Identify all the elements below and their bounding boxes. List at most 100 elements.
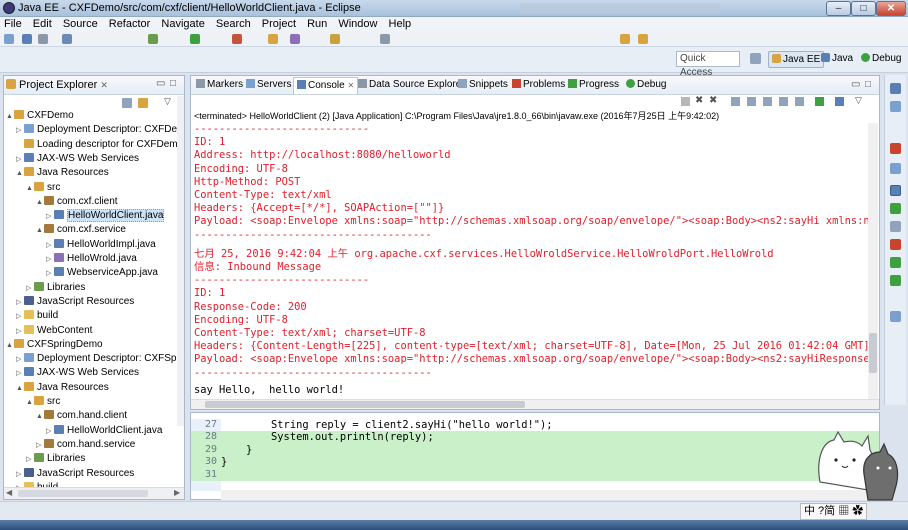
run-icon[interactable] <box>190 34 200 44</box>
expanded-arrow-icon[interactable]: ▲ <box>6 339 14 353</box>
data-source-view-icon[interactable] <box>890 203 901 214</box>
collapsed-arrow-icon[interactable]: ▷ <box>16 367 24 381</box>
scroll-left-icon[interactable]: ◀ <box>6 488 12 497</box>
tree-item[interactable]: ▷ WebContent <box>4 324 179 339</box>
view-menu-icon[interactable]: ▽ <box>164 96 171 107</box>
tree-item[interactable]: ▷ Libraries <box>4 452 179 467</box>
terminate-icon[interactable] <box>681 97 690 106</box>
clear-console-icon[interactable] <box>731 97 740 106</box>
tree-item[interactable]: ▷ JAX-WS Web Services <box>4 366 179 381</box>
code-line[interactable]: System.out.println(reply); <box>221 431 879 444</box>
code-line[interactable]: } <box>221 456 879 469</box>
tab-progress[interactable]: Progress <box>565 77 622 94</box>
tab-debug[interactable]: Debug <box>623 77 669 94</box>
next-annotation-icon[interactable] <box>380 34 390 44</box>
minimize-button[interactable]: – <box>826 1 851 16</box>
tree-item[interactable]: ▲ CXFDemo <box>4 109 179 124</box>
tree-item[interactable]: ▲ com.cxf.service <box>4 223 179 238</box>
tree-item[interactable]: ▲ src <box>4 395 179 410</box>
collapsed-arrow-icon[interactable]: ▷ <box>16 153 24 167</box>
outline-icon[interactable] <box>890 83 901 94</box>
console-output[interactable]: ---------------------------- ID: 1 Address… <box>194 123 874 399</box>
new-java-project-icon[interactable] <box>268 34 278 44</box>
new-icon[interactable] <box>4 34 14 44</box>
tab-project-explorer[interactable]: Project Explorer ✕ <box>6 77 108 93</box>
minimize-view-icon[interactable]: ▭ <box>156 78 165 89</box>
tree-item[interactable]: ▷ com.hand.service <box>4 438 179 453</box>
maximize-view-icon[interactable]: □ <box>170 78 176 89</box>
scroll-right-icon[interactable]: ▶ <box>174 488 180 497</box>
console-view-menu-icon[interactable]: ▽ <box>855 95 862 106</box>
minimize-console-icon[interactable]: ▭ <box>851 79 860 90</box>
collapsed-arrow-icon[interactable]: ▷ <box>46 425 54 439</box>
menu-source[interactable]: Source <box>59 17 102 31</box>
expanded-arrow-icon[interactable]: ▲ <box>26 182 34 196</box>
external-tools-icon[interactable] <box>232 34 242 44</box>
collapsed-arrow-icon[interactable]: ▷ <box>16 310 24 324</box>
back-icon[interactable] <box>620 34 630 44</box>
menu-file[interactable]: File <box>0 17 26 31</box>
open-perspective-icon[interactable] <box>750 53 761 64</box>
tree-item[interactable]: Loading descriptor for CXFDemo.. <box>4 138 179 153</box>
java-editor[interactable]: 27 28 29 30 31 String reply = client2.sayHi(… <box>190 412 880 500</box>
remove-launch-icon[interactable]: ✖ <box>695 95 703 106</box>
servers-view-icon[interactable] <box>890 163 901 174</box>
show-on-output-icon[interactable] <box>779 97 788 106</box>
tab-servers[interactable]: Servers <box>243 77 294 94</box>
collapsed-arrow-icon[interactable]: ▷ <box>26 453 34 467</box>
expanded-arrow-icon[interactable]: ▲ <box>16 382 24 396</box>
collapsed-arrow-icon[interactable]: ▷ <box>46 239 54 253</box>
tree-item[interactable]: ▷ HelloWrold.java <box>4 252 179 267</box>
menu-help[interactable]: Help <box>385 17 416 31</box>
collapsed-arrow-icon[interactable]: ▷ <box>46 253 54 267</box>
close-console-tab-icon[interactable]: ✕ <box>347 81 354 90</box>
remove-all-terminated-icon[interactable]: ✖ <box>709 95 717 106</box>
expanded-arrow-icon[interactable]: ▲ <box>26 396 34 410</box>
maximize-console-icon[interactable]: □ <box>865 79 871 90</box>
expanded-arrow-icon[interactable]: ▲ <box>16 167 24 181</box>
forward-icon[interactable] <box>638 34 648 44</box>
word-wrap-icon[interactable] <box>763 97 772 106</box>
tree-item[interactable]: ▷ HelloWorldClient.java <box>4 209 179 224</box>
collapsed-arrow-icon[interactable]: ▷ <box>16 325 24 339</box>
scroll-lock-icon[interactable] <box>747 97 756 106</box>
menu-window[interactable]: Window <box>334 17 381 31</box>
perspective-java-ee[interactable]: Java EE <box>768 51 825 68</box>
debug-icon[interactable] <box>148 34 158 44</box>
menu-search[interactable]: Search <box>212 17 255 31</box>
collapsed-arrow-icon[interactable]: ▷ <box>16 353 24 367</box>
menu-edit[interactable]: Edit <box>29 17 56 31</box>
code-line[interactable]: String reply = client2.sayHi("hello worl… <box>221 419 879 431</box>
tab-snippets[interactable]: Snippets <box>455 77 511 94</box>
tree-item[interactable]: ▷ HelloWorldImpl.java <box>4 238 179 253</box>
collapsed-arrow-icon[interactable]: ▷ <box>16 124 24 138</box>
close-tab-icon[interactable]: ✕ <box>100 80 108 90</box>
progress-view-icon[interactable] <box>890 257 901 268</box>
explorer-vertical-scrollbar[interactable] <box>177 96 184 426</box>
tree-item[interactable]: ▲ Java Resources <box>4 166 179 181</box>
tree-item[interactable]: ▲ src <box>4 181 179 196</box>
editor-code-area[interactable]: String reply = client2.sayHi("hello worl… <box>221 419 879 491</box>
tree-item[interactable]: ▲ Java Resources <box>4 381 179 396</box>
tree-item[interactable]: ▷ JavaScript Resources <box>4 295 179 310</box>
pin-console-icon[interactable] <box>795 97 804 106</box>
palette-icon[interactable] <box>890 143 901 154</box>
tree-item[interactable]: ▷ WebserviceApp.java <box>4 266 179 281</box>
expanded-arrow-icon[interactable]: ▲ <box>36 196 44 210</box>
expanded-arrow-icon[interactable]: ▲ <box>36 224 44 238</box>
perspective-java[interactable]: Java <box>818 51 856 68</box>
restore-icon[interactable] <box>890 311 901 322</box>
tree-item[interactable]: ▲ CXFSpringDemo <box>4 338 179 353</box>
console-vertical-scrollbar[interactable] <box>868 123 878 399</box>
tree-item[interactable]: ▷ HelloWorldClient.java <box>4 424 179 439</box>
collapse-all-icon[interactable] <box>122 98 132 108</box>
tab-data-source-explorer[interactable]: Data Source Explorer <box>355 77 468 94</box>
collapsed-arrow-icon[interactable]: ▷ <box>46 267 54 281</box>
collapsed-arrow-icon[interactable]: ▷ <box>16 296 24 310</box>
open-type-icon[interactable] <box>290 34 300 44</box>
console-view-icon[interactable] <box>890 185 901 196</box>
perspective-debug[interactable]: Debug <box>858 51 904 68</box>
menu-refactor[interactable]: Refactor <box>105 17 155 31</box>
expanded-arrow-icon[interactable]: ▲ <box>6 110 14 124</box>
tree-item[interactable]: ▷ Libraries <box>4 281 179 296</box>
